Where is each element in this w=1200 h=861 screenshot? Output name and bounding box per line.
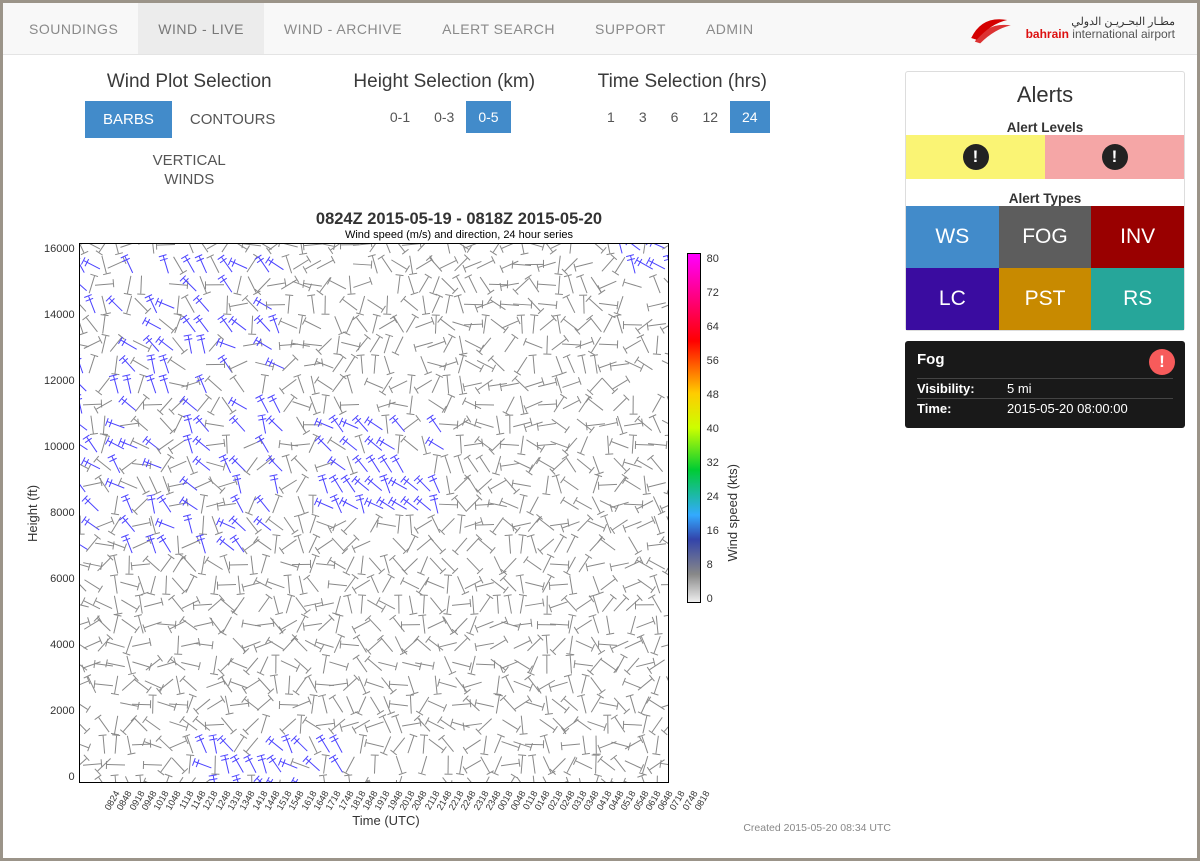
alert-type-inv[interactable]: INV [1091, 206, 1184, 268]
plot-subtitle: Wind speed (m/s) and direction, 24 hour … [23, 229, 895, 241]
time-24-button[interactable]: 24 [730, 101, 770, 133]
logo-icon [964, 11, 1018, 47]
brand-en1: bahrain [1026, 27, 1069, 41]
height-0-3-button[interactable]: 0-3 [422, 101, 466, 133]
colorbar-label: Wind speed (kts) [723, 464, 740, 562]
warning-icon: ! [1149, 349, 1175, 375]
time-12-button[interactable]: 12 [690, 101, 730, 133]
alert-level-yellow[interactable]: ! [906, 135, 1045, 179]
alert-type-lc[interactable]: LC [906, 268, 999, 330]
height-0-5-button[interactable]: 0-5 [466, 101, 510, 133]
alert-types-grid: WS FOG INV LC PST RS [906, 206, 1184, 330]
colorbar: 80726456484032241680 Wind speed (kts) [687, 243, 740, 783]
nav-support[interactable]: SUPPORT [575, 3, 686, 54]
alert-type-rs[interactable]: RS [1091, 268, 1184, 330]
alert-card-table: Visibility:5 mi Time:2015-05-20 08:00:00 [917, 378, 1173, 418]
alert-level-red[interactable]: ! [1045, 135, 1184, 179]
nav-admin[interactable]: ADMIN [686, 3, 774, 54]
main-area: Wind Plot Selection BARBS CONTOURS VERTI… [15, 71, 895, 834]
alert-row-value: 2015-05-20 08:00:00 [1007, 399, 1173, 419]
alert-type-ws[interactable]: WS [906, 206, 999, 268]
time-6-button[interactable]: 6 [659, 101, 691, 133]
height-selection: Height Selection (km) 0-1 0-3 0-5 [353, 71, 535, 200]
plot-vertical-winds-button[interactable]: VERTICAL WINDS [123, 142, 255, 200]
time-3-button[interactable]: 3 [627, 101, 659, 133]
plot-title: 0824Z 2015-05-19 - 0818Z 2015-05-20 [23, 210, 895, 229]
plot-barbs-button[interactable]: BARBS [85, 101, 172, 138]
colorbar-ticks: 80726456484032241680 [705, 253, 719, 605]
nav-wind-live[interactable]: WIND - LIVE [138, 3, 264, 54]
alert-row-label: Visibility: [917, 379, 1007, 399]
time-1-button[interactable]: 1 [595, 101, 627, 133]
nav-wind-archive[interactable]: WIND - ARCHIVE [264, 3, 422, 54]
top-nav: SOUNDINGS WIND - LIVE WIND - ARCHIVE ALE… [3, 3, 1197, 55]
alert-type-pst[interactable]: PST [999, 268, 1092, 330]
colorbar-gradient [687, 253, 701, 603]
plot-canvas [79, 243, 669, 783]
time-selection: Time Selection (hrs) 1 3 6 12 24 [595, 71, 770, 200]
nav-soundings[interactable]: SOUNDINGS [9, 3, 138, 54]
active-alert-card[interactable]: ! Fog Visibility:5 mi Time:2015-05-20 08… [905, 341, 1185, 428]
nav-alert-search[interactable]: ALERT SEARCH [422, 3, 575, 54]
plot-selection-title: Wind Plot Selection [85, 71, 293, 93]
height-0-1-button[interactable]: 0-1 [378, 101, 422, 133]
alert-levels-title: Alert Levels [906, 120, 1184, 135]
wind-plot-selection: Wind Plot Selection BARBS CONTOURS VERTI… [85, 71, 293, 200]
plot-contours-button[interactable]: CONTOURS [172, 101, 294, 138]
warning-icon: ! [963, 144, 989, 170]
alert-type-fog[interactable]: FOG [999, 206, 1092, 268]
y-axis-ticks: 1600014000120001000080006000400020000 [44, 243, 79, 783]
y-axis-label: Height (ft) [23, 243, 44, 783]
warning-icon: ! [1102, 144, 1128, 170]
brand-logo: مطـار البحـريـن الدولي bahrain internati… [964, 3, 1191, 54]
alert-row-value: 5 mi [1007, 379, 1173, 399]
alert-levels-row: ! ! [906, 135, 1184, 179]
alerts-panel: Alerts Alert Levels ! ! Alert Types WS F… [905, 71, 1185, 834]
brand-en2: international airport [1069, 27, 1175, 41]
alert-card-name: Fog [917, 351, 1173, 368]
x-axis-ticks: 0824084809180948101810481118114812181248… [91, 783, 681, 813]
height-selection-title: Height Selection (km) [353, 71, 535, 93]
alerts-title: Alerts [906, 72, 1184, 108]
plot-footer: Created 2015-05-20 08:34 UTC [23, 822, 895, 834]
time-selection-title: Time Selection (hrs) [595, 71, 770, 93]
alert-row-label: Time: [917, 399, 1007, 419]
wind-barb-plot: 0824Z 2015-05-19 - 0818Z 2015-05-20 Wind… [23, 210, 895, 834]
alert-types-title: Alert Types [906, 191, 1184, 206]
controls-row: Wind Plot Selection BARBS CONTOURS VERTI… [15, 71, 895, 200]
